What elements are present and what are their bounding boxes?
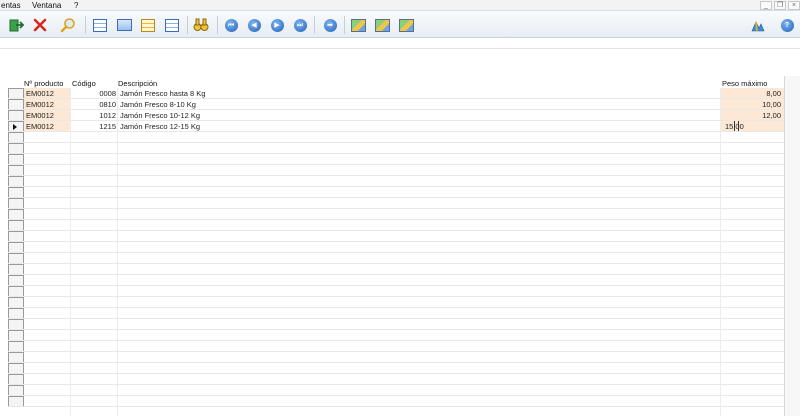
binoculars-icon[interactable]: [193, 17, 209, 33]
toolbar-separator: [217, 16, 218, 34]
row-gridline: [8, 318, 784, 319]
row-gridline: [8, 406, 784, 407]
toolbar-separator: [314, 16, 315, 34]
help-icon[interactable]: ?: [779, 17, 795, 33]
import-icon[interactable]: [398, 17, 414, 33]
row-gridline: [8, 340, 784, 341]
row-gridline: [8, 329, 784, 330]
next-record-icon[interactable]: ▶: [269, 17, 285, 33]
row-gridline: [8, 241, 784, 242]
toolbar: ⏮ ◀ ▶ ⏭ ➡ ?: [0, 11, 800, 38]
row-gridline: [8, 296, 784, 297]
last-record-icon[interactable]: ⏭: [292, 17, 308, 33]
export-excel-icon[interactable]: [374, 17, 390, 33]
row-gridline: [8, 175, 784, 176]
export-icon[interactable]: [350, 17, 366, 33]
row-gridline: [8, 285, 784, 286]
row-gridline: [8, 153, 784, 154]
chart-icon[interactable]: [750, 17, 766, 33]
restore-button[interactable]: ❐: [774, 1, 786, 10]
cancel-icon[interactable]: [32, 17, 48, 33]
row-gridline: [8, 197, 784, 198]
form-view-icon[interactable]: [116, 17, 132, 33]
row-gridline: [8, 230, 784, 231]
toolbar-separator: [187, 16, 188, 34]
edit-grid-icon[interactable]: [140, 17, 156, 33]
table-grid-icon[interactable]: [164, 17, 180, 33]
close-window-button[interactable]: ×: [788, 1, 800, 10]
exit-icon[interactable]: [9, 17, 25, 33]
current-row-pointer-icon: [13, 124, 17, 130]
grid-view-icon[interactable]: [92, 17, 108, 33]
column-header-producto[interactable]: Nº producto: [24, 79, 63, 88]
row-gridline: [8, 252, 784, 253]
menu-item-help[interactable]: ?: [74, 1, 78, 10]
toolbar-separator: [344, 16, 345, 34]
column-header-descripcion[interactable]: Descripción: [118, 79, 157, 88]
row-gridline: [8, 186, 784, 187]
column-header-codigo[interactable]: Código: [72, 79, 96, 88]
row-gridline: [8, 263, 784, 264]
row-gridline: [8, 362, 784, 363]
vertical-scrollbar[interactable]: [784, 76, 800, 416]
data-grid: Nº producto Código Descripción Peso máxi…: [8, 76, 785, 416]
row-gridline: [8, 395, 784, 396]
previous-record-icon[interactable]: ◀: [246, 17, 262, 33]
first-record-icon[interactable]: ⏮: [223, 17, 239, 33]
row-gridline: [8, 208, 784, 209]
row-gridline: [8, 384, 784, 385]
menu-bar: entas Ventana ? _ ❐ ×: [0, 0, 800, 11]
row-gridline: [8, 142, 784, 143]
row-gridline: [8, 120, 784, 121]
search-icon[interactable]: [60, 17, 76, 33]
row-gridline: [8, 98, 784, 99]
go-icon[interactable]: ➡: [322, 17, 338, 33]
menu-item-ventana[interactable]: Ventana: [32, 1, 61, 10]
row-gridline: [8, 373, 784, 374]
column-header-peso[interactable]: Peso máximo: [722, 79, 767, 88]
row-gridline: [8, 274, 784, 275]
row-gridline: [8, 307, 784, 308]
minimize-button[interactable]: _: [760, 1, 772, 10]
row-gridline: [8, 164, 784, 165]
row-gridline: [8, 131, 784, 132]
menu-item-ventas[interactable]: entas: [1, 1, 21, 10]
row-gridline: [8, 351, 784, 352]
filter-band: [0, 39, 800, 49]
row-gridline: [8, 219, 784, 220]
row-gridline: [8, 109, 784, 110]
toolbar-separator: [85, 16, 86, 34]
